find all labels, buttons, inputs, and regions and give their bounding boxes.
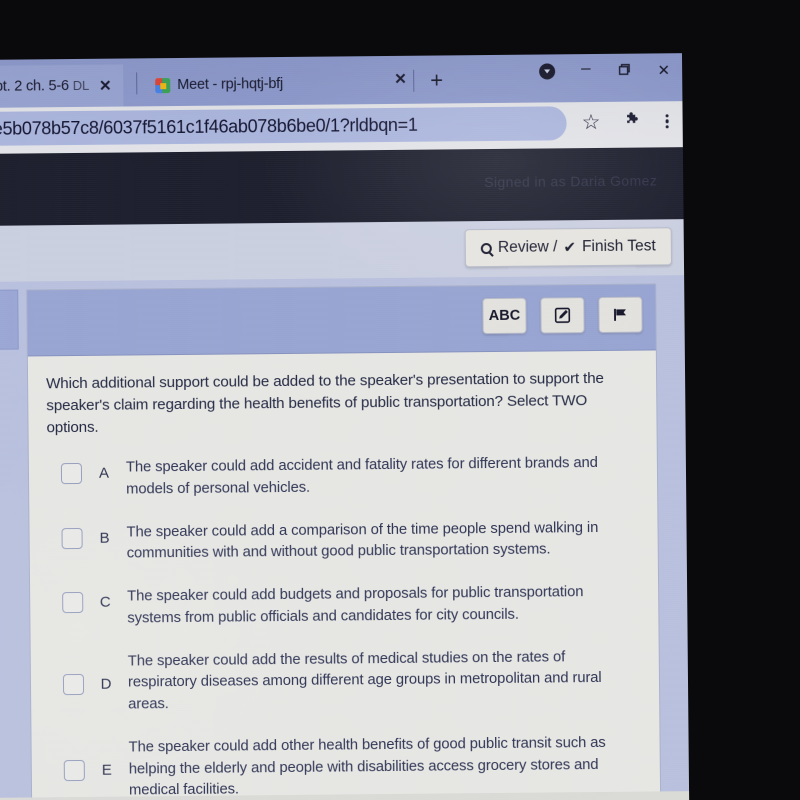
omnibox-row: 2f2e5b078b57c8/6037f5161c1f46ab078b6be0/… [0,101,683,154]
option-letter-a: A [98,464,110,482]
option-letter-b: B [99,529,110,547]
tab-title-0: es - TC pt. 2 ch. 5-6 DL [0,77,90,95]
option-text-a: The speaker could add accident and fatal… [125,455,598,498]
google-meet-favicon [155,77,171,93]
flag-button[interactable] [598,296,643,333]
question-panel: A B C Which additional support could be ad… [26,283,662,800]
notepad-icon [554,307,571,323]
flag-icon [614,308,626,321]
option-text-c: The speaker could add budgets and propos… [127,584,584,627]
checkmark-icon: ✔ [563,239,577,257]
window-controls: – ✕ [539,58,670,80]
checkbox-a[interactable] [60,463,83,485]
option-letter-e: E [101,761,112,779]
puzzle-piece-icon[interactable] [624,111,641,133]
new-tab-button[interactable]: + [430,67,443,93]
signed-in-status: Signed in as Daria Gomez [484,172,658,191]
app-header: Signed in as Daria Gomez [0,147,684,226]
checkbox-e[interactable] [63,759,85,781]
answer-option-e[interactable]: E The speaker could add other health ben… [49,730,638,799]
maximize-button[interactable] [616,62,631,80]
minimize-button[interactable]: – [581,58,591,77]
test-body: A B C Which additional support could be ad… [0,275,690,800]
option-letter-d: D [100,675,112,693]
browser-tab-strip: es - TC pt. 2 ch. 5-6 DL ✕ Meet - rpj-hq… [0,53,683,109]
checkbox-d[interactable] [62,673,85,695]
option-text-b: The speaker could add a comparison of th… [126,519,599,562]
tab-close-1[interactable]: ✕ [391,70,410,88]
test-top-bar: Review / ✔ Finish Test [0,219,685,282]
browser-tab-0[interactable]: es - TC pt. 2 ch. 5-6 DL ✕ [0,64,124,109]
browser-tab-1[interactable]: Meet - rpj-hqtj-bfj [146,63,292,106]
tab-separator-2 [413,69,415,92]
question-prompt: Which additional support could be added … [46,369,604,437]
profile-avatar-icon[interactable] [539,63,556,80]
option-text-e: The speaker could add other health benef… [128,734,606,799]
laptop-screen: es - TC pt. 2 ch. 5-6 DL ✕ Meet - rpj-hq… [0,53,690,800]
option-text-d: The speaker could add the results of med… [127,648,602,713]
tab-separator [136,72,138,95]
photograph-of-laptop-screen: es - TC pt. 2 ch. 5-6 DL ✕ Meet - rpj-hq… [0,0,800,800]
three-dot-menu-icon[interactable] [665,114,669,129]
maximize-icon [619,63,631,75]
omnibox-actions: ☆ [581,110,669,134]
tab-title-0-suffix: DL [72,77,90,94]
answer-option-c[interactable]: C The speaker could add budgets and prop… [48,580,636,631]
checkbox-c[interactable] [62,592,84,614]
option-letter-c: C [99,593,111,611]
spellcheck-button[interactable]: ABC [482,297,527,335]
question-tool-buttons: ABC [482,296,643,335]
checkbox-b[interactable] [61,527,83,549]
close-window-button[interactable]: ✕ [657,62,670,79]
answer-option-d[interactable]: D The speaker could add the results of m… [49,644,638,717]
address-bar[interactable]: 2f2e5b078b57c8/6037f5161c1f46ab078b6be0/… [0,106,567,147]
url-text: 2f2e5b078b57c8/6037f5161c1f46ab078b6be0/… [0,114,418,139]
answer-option-a[interactable]: A The speaker could add accident and fat… [47,451,635,502]
notepad-button[interactable] [540,297,585,334]
answer-options-list: A The speaker could add accident and fat… [47,451,638,800]
review-label: Review / [497,238,558,256]
search-icon [480,242,493,254]
finish-test-label: Finish Test [581,237,656,256]
answer-option-b[interactable]: B The speaker could add a comparison of … [47,515,635,566]
left-side-panel [0,289,19,351]
question-toolbar: ABC [27,284,656,357]
question-content: Which additional support could be added … [28,350,660,799]
tab-close-0[interactable]: ✕ [96,77,115,95]
tab-title-1: Meet - rpj-hqtj-bfj [177,75,284,94]
review-finish-test-button[interactable]: Review / ✔ Finish Test [464,227,673,268]
bookmark-star-icon[interactable]: ☆ [581,110,600,133]
